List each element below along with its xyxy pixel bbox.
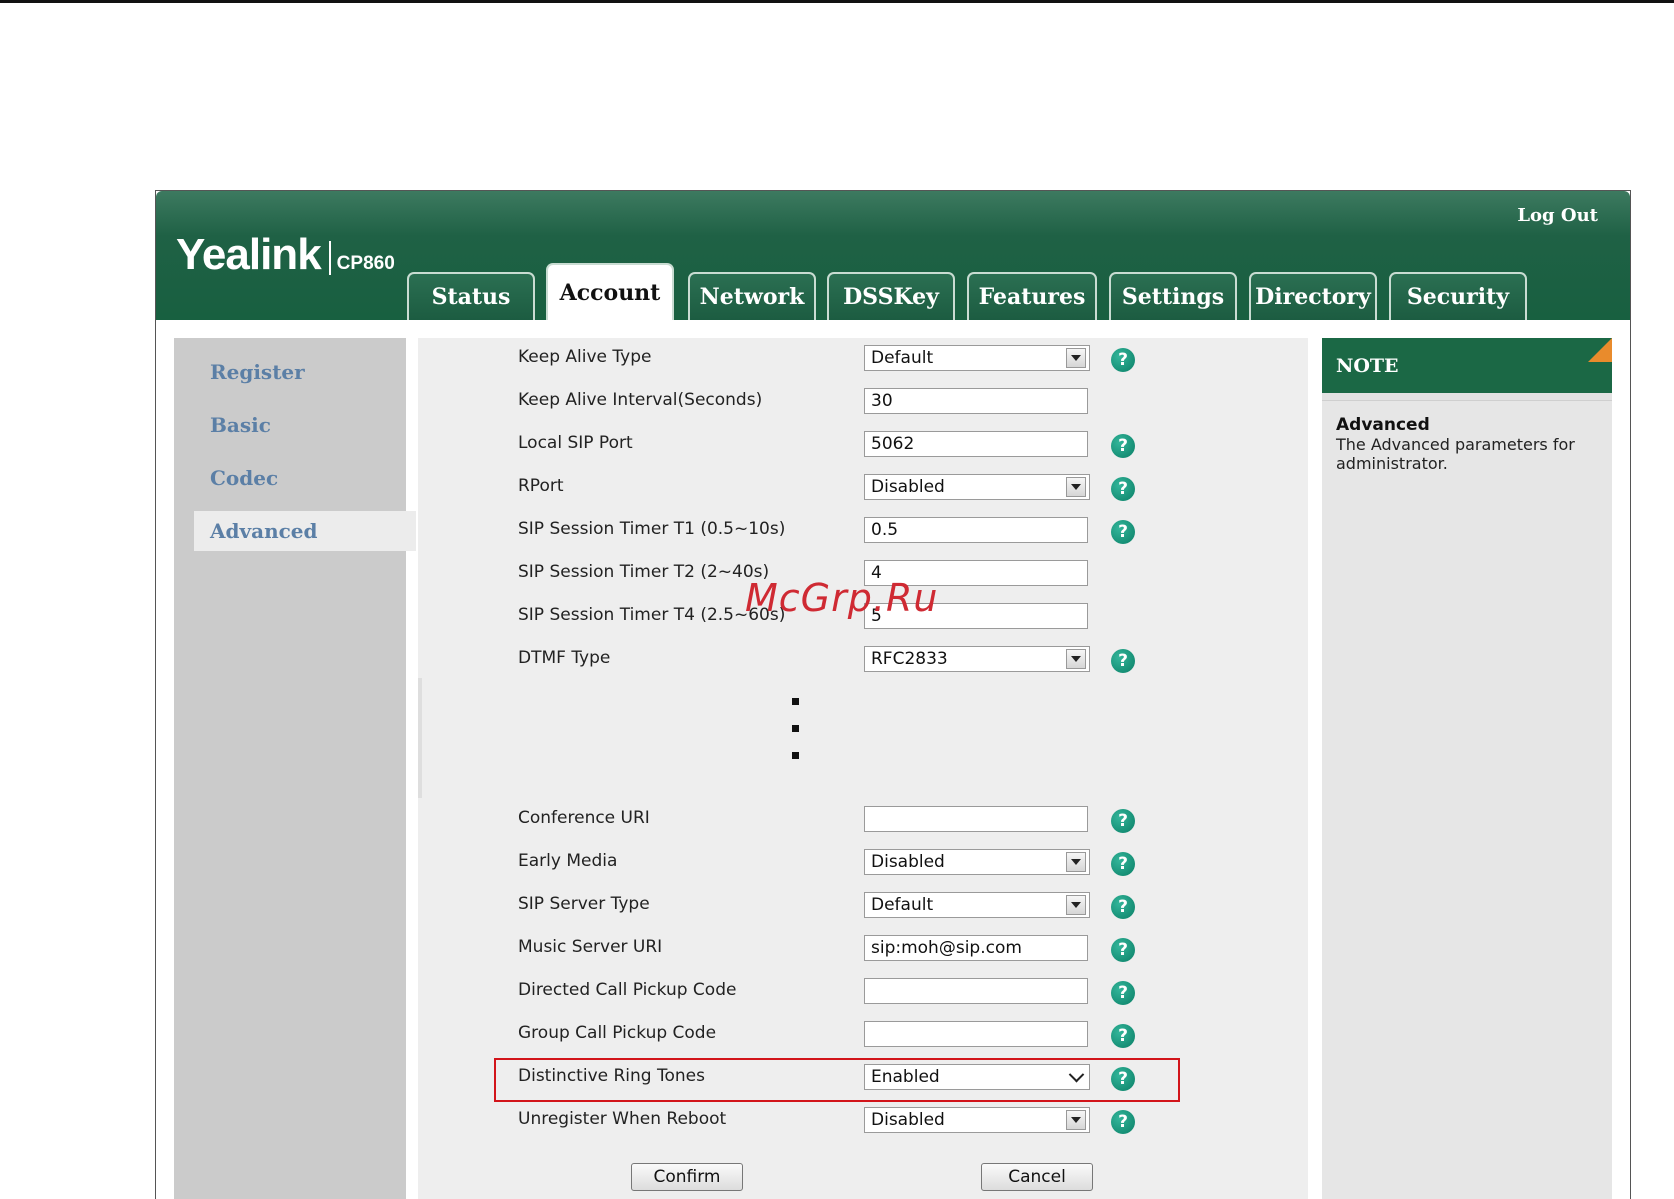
sidebar-item-basic[interactable]: Basic <box>174 405 406 445</box>
tab-account[interactable]: Account <box>546 263 674 320</box>
browser-frame: Log Out Yealink CP860 Status Account Net… <box>155 190 1631 1199</box>
label-sip-server-type: SIP Server Type <box>518 894 650 914</box>
help-icon[interactable]: ? <box>1111 477 1135 501</box>
tab-directory[interactable]: Directory <box>1249 272 1377 320</box>
group-call-pickup-code-input[interactable] <box>864 1021 1088 1047</box>
ellipsis-dot <box>792 698 799 705</box>
sip-server-type-select[interactable]: Default <box>864 892 1090 918</box>
divider <box>418 678 422 798</box>
rport-select[interactable]: Disabled <box>864 474 1090 500</box>
sidebar-item-advanced[interactable]: Advanced <box>194 511 416 551</box>
help-icon[interactable]: ? <box>1111 649 1135 673</box>
note-panel: NOTE Advanced The Advanced parameters fo… <box>1322 338 1612 1199</box>
label-rport: RPort <box>518 476 564 496</box>
dropdown-arrow-icon[interactable] <box>1066 895 1086 915</box>
label-keep-alive-interval: Keep Alive Interval(Seconds) <box>518 390 763 410</box>
tab-status[interactable]: Status <box>407 272 535 320</box>
note-title: Advanced <box>1336 415 1430 435</box>
help-icon[interactable]: ? <box>1111 852 1135 876</box>
keep-alive-interval-input[interactable]: 30 <box>864 388 1088 414</box>
label-group-call-pickup-code: Group Call Pickup Code <box>518 1023 717 1043</box>
tab-settings[interactable]: Settings <box>1109 272 1237 320</box>
sip-session-timer-t1-input[interactable]: 0.5 <box>864 517 1088 543</box>
watermark: McGrp.Ru <box>745 576 939 620</box>
label-dtmf-type: DTMF Type <box>518 648 611 668</box>
dropdown-arrow-icon[interactable] <box>1066 1110 1086 1130</box>
ellipsis-dot <box>792 725 799 732</box>
help-icon[interactable]: ? <box>1111 1067 1135 1091</box>
select-value: Disabled <box>871 852 945 872</box>
top-rule <box>0 0 1674 3</box>
yealink-logo: Yealink CP860 <box>176 233 395 277</box>
select-value: Default <box>871 895 934 915</box>
ellipsis-dot <box>792 752 799 759</box>
unregister-when-reboot-select[interactable]: Disabled <box>864 1107 1090 1133</box>
logo-model: CP860 <box>336 253 395 274</box>
tab-dsskey[interactable]: DSSKey <box>827 272 955 320</box>
logout-link[interactable]: Log Out <box>1517 205 1598 226</box>
label-sip-session-timer-t2: SIP Session Timer T2 (2~40s) <box>518 562 770 582</box>
label-keep-alive-type: Keep Alive Type <box>518 347 652 367</box>
label-local-sip-port: Local SIP Port <box>518 433 633 453</box>
early-media-select[interactable]: Disabled <box>864 849 1090 875</box>
help-icon[interactable]: ? <box>1111 1110 1135 1134</box>
dropdown-arrow-icon[interactable] <box>1066 477 1086 497</box>
cancel-button[interactable]: Cancel <box>981 1163 1093 1191</box>
app-header: Log Out Yealink CP860 Status Account Net… <box>156 191 1630 320</box>
help-icon[interactable]: ? <box>1111 520 1135 544</box>
select-value: RFC2833 <box>871 649 948 669</box>
confirm-button[interactable]: Confirm <box>631 1163 743 1191</box>
logo-word: Yealink <box>176 230 322 279</box>
settings-form: Keep Alive Type Default ? Keep Alive Int… <box>418 338 1308 1199</box>
label-directed-call-pickup-code: Directed Call Pickup Code <box>518 980 737 1000</box>
select-value: Enabled <box>871 1067 940 1087</box>
directed-call-pickup-code-input[interactable] <box>864 978 1088 1004</box>
help-icon[interactable]: ? <box>1111 809 1135 833</box>
label-sip-session-timer-t1: SIP Session Timer T1 (0.5~10s) <box>518 519 786 539</box>
label-early-media: Early Media <box>518 851 618 871</box>
tab-features[interactable]: Features <box>967 272 1097 320</box>
label-distinctive-ring-tones: Distinctive Ring Tones <box>518 1066 705 1086</box>
note-corner-icon <box>1588 338 1612 362</box>
local-sip-port-input[interactable]: 5062 <box>864 431 1088 457</box>
help-icon[interactable]: ? <box>1111 938 1135 962</box>
help-icon[interactable]: ? <box>1111 895 1135 919</box>
help-icon[interactable]: ? <box>1111 981 1135 1005</box>
help-icon[interactable]: ? <box>1111 348 1135 372</box>
sidebar-item-register[interactable]: Register <box>174 352 406 392</box>
dtmf-type-select[interactable]: RFC2833 <box>864 646 1090 672</box>
distinctive-ring-tones-select[interactable]: Enabled <box>864 1064 1090 1090</box>
logo-separator <box>328 241 331 275</box>
help-icon[interactable]: ? <box>1111 434 1135 458</box>
note-header: NOTE <box>1322 338 1612 393</box>
label-unregister-when-reboot: Unregister When Reboot <box>518 1109 727 1129</box>
select-value: Disabled <box>871 477 945 497</box>
keep-alive-type-select[interactable]: Default <box>864 345 1090 371</box>
tab-security[interactable]: Security <box>1389 272 1527 320</box>
chevron-down-icon[interactable] <box>1066 1067 1086 1087</box>
help-icon[interactable]: ? <box>1111 1024 1135 1048</box>
dropdown-arrow-icon[interactable] <box>1066 649 1086 669</box>
note-body: Advanced The Advanced parameters for adm… <box>1322 400 1612 1199</box>
tab-network[interactable]: Network <box>688 272 816 320</box>
select-value: Default <box>871 348 934 368</box>
label-conference-uri: Conference URI <box>518 808 650 828</box>
note-header-label: NOTE <box>1336 354 1399 377</box>
select-value: Disabled <box>871 1110 945 1130</box>
sidebar-item-codec[interactable]: Codec <box>174 458 406 498</box>
dropdown-arrow-icon[interactable] <box>1066 348 1086 368</box>
sidebar: Register Basic Codec Advanced <box>174 338 416 1199</box>
conference-uri-input[interactable] <box>864 806 1088 832</box>
dropdown-arrow-icon[interactable] <box>1066 852 1086 872</box>
music-server-uri-input[interactable]: sip:moh@sip.com <box>864 935 1088 961</box>
note-text: The Advanced parameters for administrato… <box>1336 435 1575 473</box>
label-music-server-uri: Music Server URI <box>518 937 663 957</box>
